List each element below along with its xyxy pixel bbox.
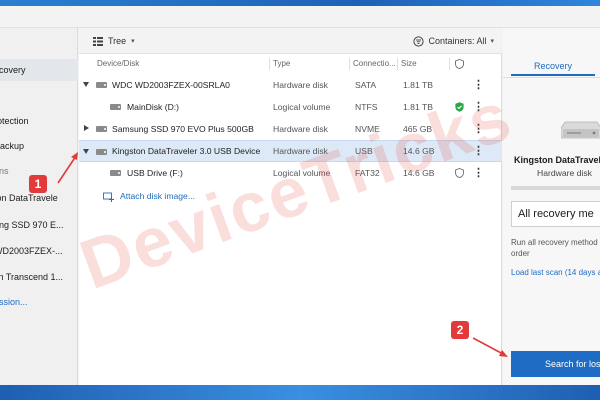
more-options-icon[interactable]: ⋮ bbox=[473, 118, 484, 140]
recovery-method-description: Run all recovery method order bbox=[511, 237, 600, 259]
column-header-connection[interactable]: Connectio... bbox=[353, 56, 396, 72]
disk-drive-icon bbox=[561, 121, 600, 139]
collapse-arrow-icon[interactable] bbox=[83, 149, 89, 154]
containers-label: Containers: All bbox=[428, 36, 487, 46]
disk-connection: SATA bbox=[355, 80, 377, 90]
selected-device-type: Hardware disk bbox=[537, 168, 592, 178]
volume-type: Logical volume bbox=[273, 102, 331, 112]
sidebar-section-locations: ons bbox=[0, 166, 9, 176]
selected-device-name: Kingston DataTravel bbox=[514, 155, 600, 165]
disk-size: 1.81 TB bbox=[403, 80, 433, 90]
disk-toolbar: Tree ▾ Containers: All ▾ bbox=[79, 28, 502, 54]
ssd-icon bbox=[96, 126, 107, 132]
tree-view-icon bbox=[93, 36, 103, 46]
column-divider bbox=[397, 58, 398, 70]
disk-type: Hardware disk bbox=[273, 124, 328, 134]
usb-drive-icon bbox=[96, 149, 107, 155]
sidebar-item-protection[interactable]: rotection bbox=[0, 110, 78, 132]
sidebar-item-backup[interactable]: Backup bbox=[0, 135, 78, 157]
description-line: order bbox=[511, 249, 530, 258]
disk-type: Hardware disk bbox=[273, 146, 328, 156]
recovery-method-dropdown[interactable]: All recovery me bbox=[511, 201, 600, 227]
column-divider bbox=[269, 58, 270, 70]
shield-outline-icon[interactable] bbox=[455, 168, 464, 178]
attach-disk-label: Attach disk image... bbox=[120, 191, 195, 201]
attach-disk-image-link[interactable]: Attach disk image... bbox=[103, 188, 195, 204]
table-row[interactable]: USB Drive (F:) Logical volume FAT32 14.6… bbox=[79, 162, 502, 184]
disk-size: 465 GB bbox=[403, 124, 433, 134]
chevron-down-icon: ▾ bbox=[490, 38, 494, 45]
containers-filter[interactable]: Containers: All ▾ bbox=[413, 34, 494, 48]
hard-disk-icon bbox=[96, 82, 107, 88]
volume-icon bbox=[110, 104, 121, 110]
sidebar-load-session-link[interactable]: ession... bbox=[0, 291, 78, 313]
shield-check-icon[interactable] bbox=[455, 102, 464, 112]
view-mode-label: Tree bbox=[108, 36, 127, 46]
description-line: Run all recovery method bbox=[511, 238, 598, 247]
filter-icon bbox=[413, 35, 425, 47]
volume-filesystem: FAT32 bbox=[355, 168, 380, 178]
table-row[interactable]: MainDisk (D:) Logical volume NTFS 1.81 T… bbox=[79, 96, 502, 118]
disk-name: WDC WD2003FZEX-00SRLA0 bbox=[112, 80, 230, 90]
desktop-wallpaper bbox=[0, 385, 600, 400]
disk-type: Hardware disk bbox=[273, 80, 328, 90]
volume-name: MainDisk (D:) bbox=[127, 102, 180, 112]
column-header-size[interactable]: Size bbox=[401, 56, 417, 72]
volume-name: USB Drive (F:) bbox=[127, 168, 183, 178]
disk-connection: USB bbox=[355, 146, 373, 156]
table-row-selected[interactable]: Kingston DataTraveler 3.0 USB Device Har… bbox=[79, 140, 502, 162]
column-header-type[interactable]: Type bbox=[273, 56, 290, 72]
more-options-icon[interactable]: ⋮ bbox=[473, 74, 484, 96]
volume-type: Logical volume bbox=[273, 168, 331, 178]
more-options-icon[interactable]: ⋮ bbox=[473, 140, 484, 162]
view-mode-selector[interactable]: Tree ▾ bbox=[93, 34, 135, 48]
sidebar-item-samsung[interactable]: ung SSD 970 E... bbox=[0, 214, 78, 236]
app-window: ecovery rotection Backup ons ton DataTra… bbox=[0, 28, 600, 385]
disk-size: 14.6 GB bbox=[403, 146, 435, 156]
disk-usage-bar bbox=[511, 186, 600, 190]
table-row[interactable]: WDC WD2003FZEX-00SRLA0 Hardware disk SAT… bbox=[79, 74, 502, 96]
collapse-arrow-icon[interactable] bbox=[83, 82, 89, 87]
column-divider bbox=[449, 58, 450, 70]
volume-size: 1.81 TB bbox=[403, 102, 433, 112]
disk-name: Kingston DataTraveler 3.0 USB Device bbox=[112, 146, 261, 156]
sidebar: ecovery rotection Backup ons ton DataTra… bbox=[0, 28, 78, 385]
sidebar-item-wdc[interactable]: WD2003FZEX-... bbox=[0, 240, 78, 262]
volume-icon bbox=[110, 170, 121, 176]
window-titlebar bbox=[0, 6, 600, 28]
chevron-down-icon: ▾ bbox=[131, 38, 135, 45]
disk-list-pane: Tree ▾ Containers: All ▾ Device/Disk Typ… bbox=[79, 28, 502, 385]
more-options-icon[interactable]: ⋮ bbox=[473, 96, 484, 118]
table-row[interactable]: Samsung SSD 970 EVO Plus 500GB Hardware … bbox=[79, 118, 502, 140]
disk-name: Samsung SSD 970 EVO Plus 500GB bbox=[112, 124, 254, 134]
volume-filesystem: NTFS bbox=[355, 102, 378, 112]
volume-size: 14.6 GB bbox=[403, 168, 435, 178]
sidebar-item-recovery[interactable]: ecovery bbox=[0, 59, 78, 81]
protection-column-icon bbox=[455, 59, 464, 69]
attach-disk-icon bbox=[103, 192, 114, 202]
recovery-panel: Recovery Kingston DataTravel Hardware di… bbox=[503, 28, 600, 385]
column-header-device[interactable]: Device/Disk bbox=[97, 56, 139, 72]
sidebar-item-transcend[interactable]: sh Transcend 1... bbox=[0, 266, 78, 288]
more-options-icon[interactable]: ⋮ bbox=[473, 162, 484, 184]
search-for-lost-data-button[interactable]: Search for los bbox=[511, 351, 600, 377]
load-last-scan-link[interactable]: Load last scan (14 days a bbox=[511, 268, 600, 277]
disk-connection: NVME bbox=[355, 124, 380, 134]
column-divider bbox=[349, 58, 350, 70]
sidebar-item-kingston[interactable]: ton DataTravele bbox=[0, 187, 78, 209]
expand-arrow-icon[interactable] bbox=[84, 125, 89, 131]
tab-divider bbox=[503, 77, 600, 78]
tab-recovery[interactable]: Recovery bbox=[511, 56, 595, 76]
